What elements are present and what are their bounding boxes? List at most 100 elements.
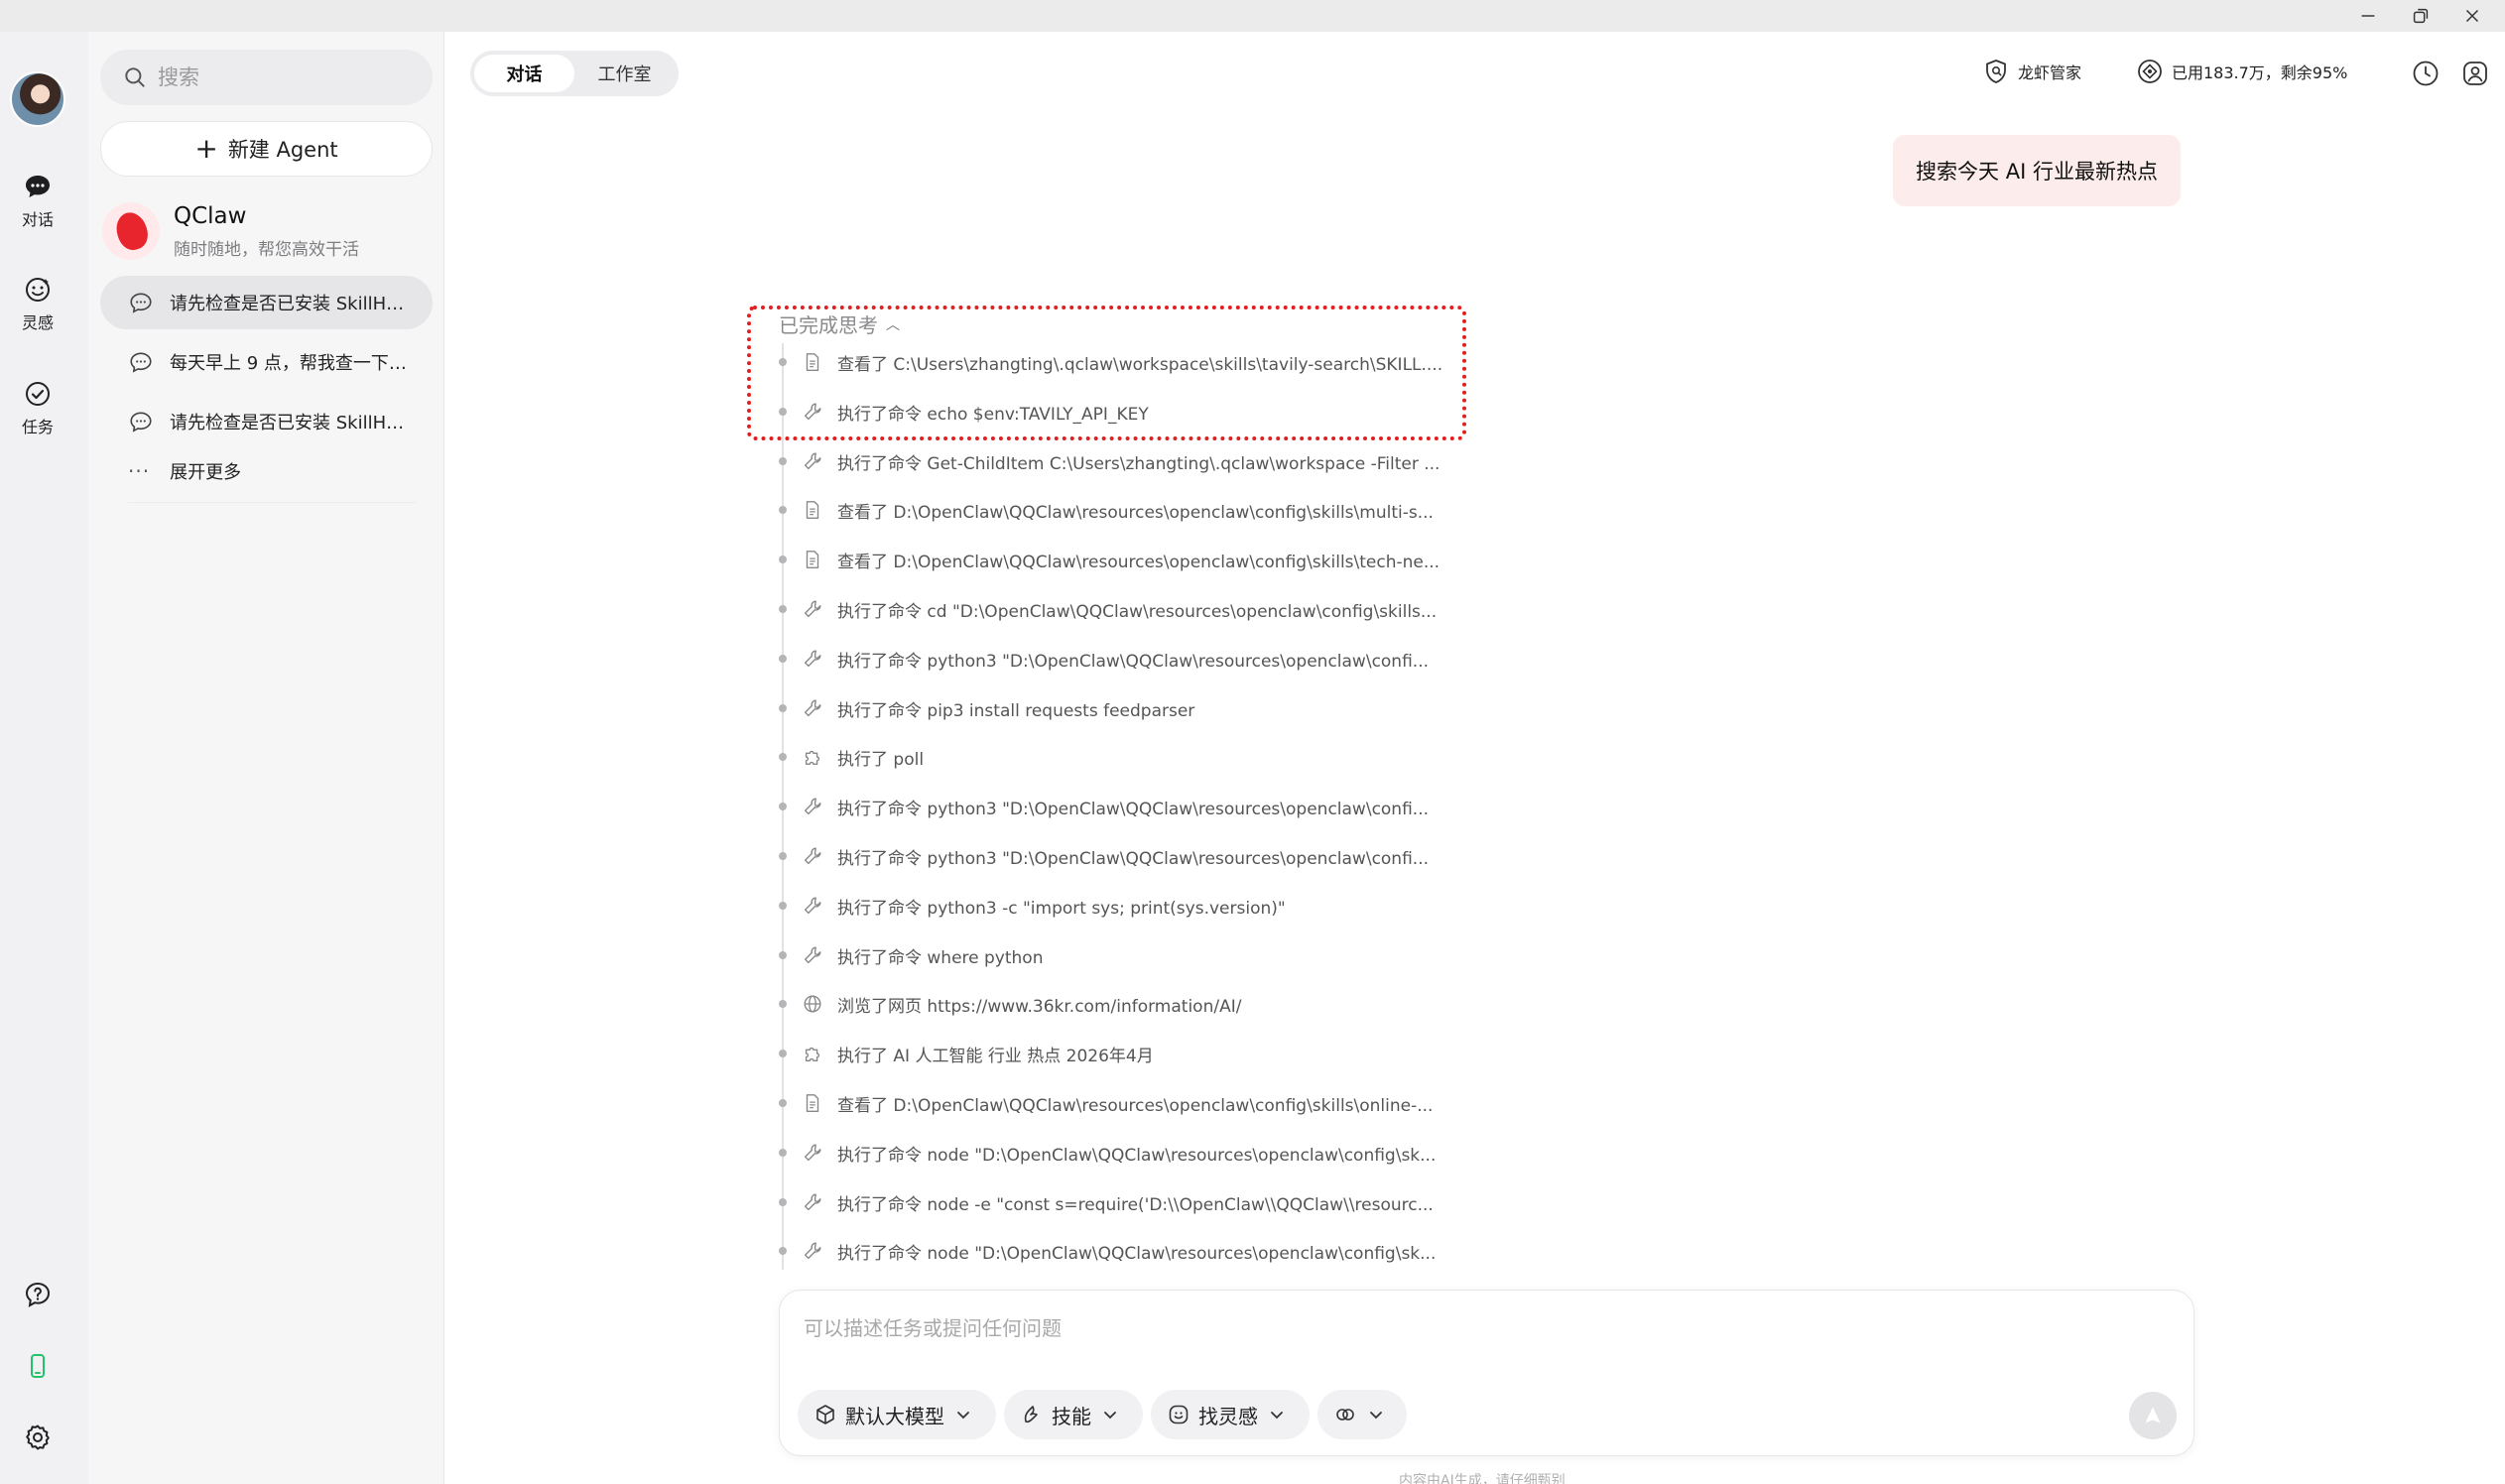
thinking-step[interactable]: 查看了 D:\OpenClaw\QQClaw\resources\opencla…	[764, 1083, 1478, 1123]
thinking-step[interactable]: 执行了命令 node -e "const s=require('D:\\Open…	[764, 1182, 1478, 1222]
thinking-step[interactable]: 执行了 poll	[764, 737, 1478, 777]
close-button[interactable]	[2448, 0, 2496, 32]
composer: 默认大模型 技能 找灵感	[779, 1290, 2194, 1456]
thinking-step[interactable]: 浏览了网页 https://www.36kr.com/information/A…	[764, 984, 1478, 1024]
wrench-icon	[804, 1242, 821, 1260]
timeline-dot	[779, 506, 787, 514]
thinking-step[interactable]: 执行了命令 Get-ChildItem C:\Users\zhangting\.…	[764, 441, 1478, 481]
timeline-dot	[779, 753, 787, 761]
maximize-button[interactable]	[2397, 0, 2444, 32]
qclaw-logo-icon	[102, 202, 160, 260]
thinking-step[interactable]: 执行了命令 echo $env:TAVILY_API_KEY	[764, 392, 1478, 432]
thinking-step[interactable]: 查看了 D:\OpenClaw\QQClaw\resources\opencla…	[764, 490, 1478, 530]
thinking-step[interactable]: 执行了 AI 人工智能 行业 热点 2026年4月	[764, 1034, 1478, 1073]
attachment-selector[interactable]	[1317, 1390, 1407, 1439]
conversation-item[interactable]: 每天早上 9 点，帮我查一下今天	[100, 335, 433, 389]
thinking-step[interactable]: 执行了命令 python3 "D:\OpenClaw\QQClaw\resour…	[764, 639, 1478, 679]
timeline-dot	[779, 1198, 787, 1206]
settings-button[interactable]	[0, 1422, 75, 1453]
comment-icon	[130, 412, 152, 433]
inspiration-label: 找灵感	[1198, 1404, 1258, 1428]
thinking-step[interactable]: 执行了命令 node "D:\OpenClaw\QQClaw\resources…	[764, 1133, 1478, 1173]
minimize-button[interactable]	[2344, 0, 2392, 32]
send-button[interactable]	[2129, 1392, 2177, 1439]
profile-icon[interactable]	[2460, 59, 2490, 88]
close-icon	[2465, 9, 2479, 23]
history-clock-icon[interactable]	[2411, 59, 2441, 88]
tab-chat[interactable]: 对话	[474, 55, 574, 92]
search-icon	[125, 67, 145, 87]
timeline-dot	[779, 902, 787, 910]
thinking-toggle[interactable]: 已完成思考 ︿	[779, 309, 900, 338]
show-more-button[interactable]: ··· 展开更多	[128, 458, 416, 503]
step-text: 执行了命令 Get-ChildItem C:\Users\zhangting\.…	[837, 454, 1440, 474]
mobile-button[interactable]	[0, 1350, 75, 1382]
new-agent-button[interactable]: + 新建 Agent	[100, 121, 433, 177]
step-text: 查看了 D:\OpenClaw\QQClaw\resources\opencla…	[837, 553, 1440, 572]
tab-studio[interactable]: 工作室	[574, 55, 675, 92]
step-text: 查看了 D:\OpenClaw\QQClaw\resources\opencla…	[837, 1096, 1434, 1116]
chevron-down-icon	[1271, 1412, 1283, 1420]
conversation-item[interactable]: 请先检查是否已安装 SkillHub	[100, 395, 433, 448]
chevron-up-icon: ︿	[886, 316, 900, 333]
title-bar	[0, 0, 2505, 32]
message-input[interactable]	[804, 1310, 1895, 1346]
new-agent-label: 新建 Agent	[227, 138, 338, 162]
phone-icon	[31, 1354, 45, 1378]
thinking-steps: 查看了 C:\Users\zhangting\.qclaw\workspace\…	[764, 343, 1478, 1270]
usage-indicator[interactable]: 已用183.7万，剩余95%	[2136, 58, 2347, 85]
search-box[interactable]	[100, 50, 433, 105]
step-text: 执行了命令 python3 "D:\OpenClaw\QQClaw\resour…	[837, 849, 1430, 869]
step-text: 执行了命令 node "D:\OpenClaw\QQClaw\resources…	[837, 1146, 1437, 1166]
timeline-dot	[779, 408, 787, 416]
restore-icon	[2413, 8, 2429, 24]
wrench-icon	[804, 798, 821, 815]
file-icon	[806, 551, 819, 568]
comment-icon	[130, 352, 152, 373]
skill-selector[interactable]: 技能	[1004, 1390, 1143, 1439]
step-text: 查看了 D:\OpenClaw\QQClaw\resources\opencla…	[837, 503, 1434, 523]
file-icon	[806, 353, 819, 371]
model-selector[interactable]: 默认大模型	[798, 1390, 996, 1439]
shield-icon	[1986, 60, 2006, 83]
guard-button[interactable]: 龙虾管家	[1982, 58, 2081, 85]
smile-icon	[1169, 1405, 1189, 1424]
chat-bubble-icon	[26, 176, 50, 197]
thinking-step[interactable]: 执行了命令 python3 "D:\OpenClaw\QQClaw\resour…	[764, 787, 1478, 826]
step-text: 执行了命令 where python	[837, 948, 1044, 968]
step-text: 执行了 poll	[837, 750, 925, 770]
rail-item-chat[interactable]: 对话	[0, 171, 75, 230]
help-button[interactable]	[0, 1279, 75, 1310]
search-input[interactable]	[158, 65, 406, 89]
timeline-dot	[779, 704, 787, 712]
thinking-step[interactable]: 执行了命令 where python	[764, 935, 1478, 975]
agent-card[interactable]: QClaw 随时随地，帮您高效干活	[102, 196, 430, 266]
check-circle-icon	[26, 382, 50, 406]
thinking-step[interactable]: 执行了命令 pip3 install requests feedparser	[764, 688, 1478, 728]
model-label: 默认大模型	[845, 1404, 944, 1428]
conversation-title: 每天早上 9 点，帮我查一下今天	[170, 353, 408, 374]
timeline-dot	[779, 1099, 787, 1107]
skill-label: 技能	[1052, 1404, 1091, 1428]
thinking-step[interactable]: 执行了命令 cd "D:\OpenClaw\QQClaw\resources\o…	[764, 589, 1478, 629]
wrench-icon	[804, 403, 821, 421]
thinking-step[interactable]: 查看了 D:\OpenClaw\QQClaw\resources\opencla…	[764, 540, 1478, 579]
rail-item-inspiration[interactable]: 灵感	[0, 274, 75, 333]
magic-icon	[1024, 1406, 1038, 1423]
step-text: 执行了命令 node "D:\OpenClaw\QQClaw\resources…	[837, 1244, 1437, 1264]
step-text: 执行了命令 pip3 install requests feedparser	[837, 701, 1195, 721]
thinking-step[interactable]: 执行了命令 python3 -c "import sys; print(sys.…	[764, 886, 1478, 926]
avatar[interactable]	[10, 71, 65, 127]
agent-subtitle: 随时随地，帮您高效干活	[174, 239, 359, 260]
thinking-step[interactable]: 执行了命令 node "D:\OpenClaw\QQClaw\resources…	[764, 1231, 1478, 1270]
thinking-step[interactable]: 查看了 C:\Users\zhangting\.qclaw\workspace\…	[764, 343, 1478, 382]
user-message-bubble: 搜索今天 AI 行业最新热点	[1893, 135, 2181, 206]
wrench-icon	[804, 650, 821, 668]
icon-rail: 对话 灵感 任务	[0, 32, 88, 1484]
thinking-step[interactable]: 执行了命令 python3 "D:\OpenClaw\QQClaw\resour…	[764, 836, 1478, 876]
rail-item-tasks[interactable]: 任务	[0, 378, 75, 437]
conversation-item[interactable]: 请先检查是否已安装 SkillHub	[100, 276, 433, 329]
show-more-label: 展开更多	[170, 462, 242, 483]
inspiration-selector[interactable]: 找灵感	[1151, 1390, 1310, 1439]
smile-icon	[26, 278, 50, 302]
